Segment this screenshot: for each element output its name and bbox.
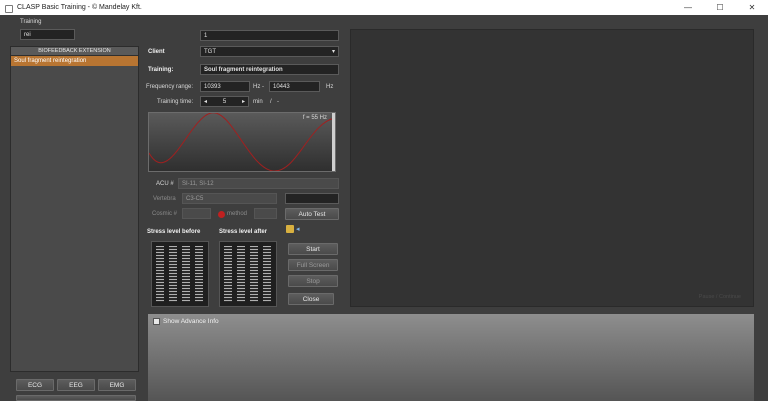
frequency-from-input[interactable]: 10393 (200, 81, 250, 92)
window-title: CLASP Basic Training - © Mandelay Kft. (17, 4, 142, 11)
speaker-icon[interactable]: ◂ (296, 225, 300, 233)
show-advance-label: Show Advance Info (163, 318, 219, 325)
training-search-label: Training (20, 19, 42, 25)
ecg-button[interactable]: ECG (16, 379, 54, 391)
decrement-icon[interactable]: ◂ (204, 98, 207, 105)
frequency-range-label: Frequency range: (146, 84, 194, 90)
app-icon (4, 4, 13, 13)
method-indicator-icon (218, 211, 225, 218)
top-field[interactable]: 1 (200, 30, 339, 41)
vertebra-label: Vertebra (153, 196, 176, 202)
show-advance-checkbox[interactable] (153, 318, 160, 325)
acu-value: SI-11, SI-12 (178, 178, 339, 189)
stress-after-meter (219, 241, 277, 307)
training-time-label: Training time: (157, 99, 194, 105)
pencil-icon[interactable] (286, 225, 294, 233)
frequency-to-input[interactable]: 10443 (269, 81, 320, 92)
eeg-button[interactable]: EEG (57, 379, 95, 391)
waveform-display: f = 55 Hz (148, 112, 336, 172)
training-time-stepper[interactable]: ◂ 5 ▸ (200, 96, 249, 107)
client-value: TGT (204, 48, 216, 55)
sine-wave-graph (149, 113, 335, 171)
minimize-button[interactable]: — (672, 0, 704, 15)
stress-before-meter (151, 241, 209, 307)
time-dash-label: - (277, 99, 279, 105)
time-slash-label: / (270, 99, 272, 105)
vertebra-value: C3-C5 (182, 193, 277, 204)
stress-after-label: Stress level after (219, 229, 268, 235)
auto-test-result-field (285, 193, 339, 204)
close-window-button[interactable]: ✕ (736, 0, 768, 15)
bottom-sidebar-button[interactable] (16, 395, 136, 401)
waveform-scrollbar[interactable] (332, 113, 335, 171)
chevron-down-icon: ▾ (331, 49, 335, 55)
training-name-label: Training: (148, 67, 174, 73)
method-label: method (227, 211, 248, 217)
acu-label: ACU # (156, 181, 174, 187)
frequency-readout: f = 55 Hz (302, 115, 327, 121)
full-screen-button[interactable]: Full Screen (288, 259, 338, 271)
training-list: BIOFEEDBACK EXTENSION Soul fragment rein… (10, 46, 139, 372)
increment-icon[interactable]: ▸ (242, 98, 245, 105)
emg-button[interactable]: EMG (98, 379, 136, 391)
maximize-button[interactable]: ☐ (704, 0, 736, 15)
cosmic-field (182, 208, 211, 219)
method-field (254, 208, 277, 219)
training-time-value: 5 (222, 98, 227, 105)
list-header: BIOFEEDBACK EXTENSION (11, 47, 138, 56)
stop-button[interactable]: Stop (288, 275, 338, 287)
training-display-panel[interactable]: Pause / Continue (350, 29, 754, 307)
title-bar: CLASP Basic Training - © Mandelay Kft. —… (0, 0, 768, 15)
time-unit-label: min (253, 99, 263, 105)
close-button[interactable]: Close (288, 293, 334, 305)
frequency-hz-label: Hz (326, 84, 334, 90)
client-select[interactable]: TGT ▾ (200, 46, 339, 57)
cosmic-label: Cosmic # (152, 211, 178, 217)
pause-continue-text[interactable]: Pause / Continue (699, 294, 741, 300)
list-item[interactable]: Soul fragment reintegration (11, 56, 138, 66)
stress-before-label: Stress level before (147, 229, 201, 235)
main-area: Training rei BIOFEEDBACK EXTENSION Soul … (0, 15, 768, 401)
sine-wave-line (149, 113, 335, 171)
advance-info-panel: Show Advance Info (148, 314, 754, 401)
training-search-input[interactable]: rei (20, 29, 75, 40)
start-button[interactable]: Start (288, 243, 338, 255)
client-label: Client (148, 49, 165, 55)
frequency-hz-dash-label: Hz - (253, 84, 264, 90)
auto-test-button[interactable]: Auto Test (285, 208, 339, 220)
training-name-value: Soul fragment reintegration (200, 64, 339, 75)
